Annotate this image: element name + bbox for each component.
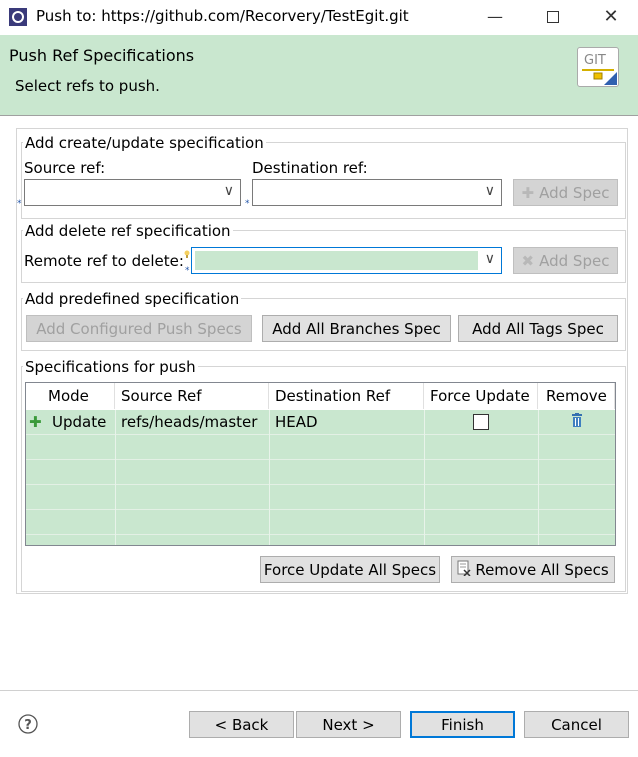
source-ref-combo[interactable]: ∨ — [24, 179, 241, 206]
force-update-checkbox[interactable] — [473, 414, 489, 430]
add-icon: ✚ — [521, 183, 535, 202]
remove-all-icon — [457, 560, 471, 580]
chevron-down-icon: ∨ — [484, 183, 495, 199]
specs-group-label: Specifications for push — [23, 358, 198, 376]
column-header-source-ref[interactable]: Source Ref — [115, 383, 269, 409]
chevron-down-icon: ∨ — [223, 183, 234, 199]
content-assist-bulb-icon — [184, 244, 190, 258]
create-update-group-label: Add create/update specification — [23, 134, 266, 152]
remove-all-specs-label: Remove All Specs — [475, 560, 609, 579]
plus-icon: ✚ — [29, 413, 42, 431]
eclipse-app-icon — [9, 8, 27, 26]
remote-ref-label: Remote ref to delete: — [24, 252, 184, 270]
remote-ref-selection — [195, 251, 478, 270]
add-delete-spec-label: Add Spec — [539, 251, 610, 270]
finish-button[interactable]: Finish — [410, 711, 515, 738]
git-logo-text: GIT — [584, 53, 606, 68]
row-mode: Update — [52, 413, 107, 431]
destination-ref-label: Destination ref: — [252, 159, 368, 177]
add-configured-push-specs-button[interactable]: Add Configured Push Specs — [26, 315, 252, 342]
column-header-mode[interactable]: Mode — [26, 383, 115, 409]
maximize-button[interactable] — [530, 0, 576, 33]
footer-divider — [0, 690, 638, 691]
specs-table[interactable]: Mode Source Ref Destination Ref Force Up… — [25, 382, 616, 546]
required-decoration-icon: * — [17, 199, 22, 209]
trash-icon[interactable] — [571, 413, 583, 431]
page-title: Push Ref Specifications — [9, 46, 195, 65]
row-source-ref: refs/heads/master — [121, 413, 258, 431]
delete-icon: ✖ — [521, 251, 535, 270]
git-logo-icon: GIT — [577, 47, 619, 87]
predefined-group-label: Add predefined specification — [23, 290, 242, 308]
svg-text:?: ? — [24, 718, 32, 733]
required-decoration-icon: * — [245, 199, 250, 209]
column-header-destination-ref[interactable]: Destination Ref — [269, 383, 424, 409]
cancel-button[interactable]: Cancel — [524, 711, 629, 738]
column-divider — [424, 410, 425, 545]
column-divider — [269, 410, 270, 545]
add-all-tags-spec-button[interactable]: Add All Tags Spec — [458, 315, 618, 342]
add-create-spec-button[interactable]: ✚ Add Spec — [513, 179, 618, 206]
chevron-down-icon: ∨ — [484, 251, 495, 267]
column-header-force-update[interactable]: Force Update — [424, 383, 538, 409]
column-header-remove[interactable]: Remove — [538, 383, 615, 409]
remove-all-specs-button[interactable]: Remove All Specs — [451, 556, 615, 583]
minimize-button[interactable]: — — [472, 0, 518, 33]
required-decoration-icon: * — [185, 266, 190, 276]
column-divider — [538, 410, 539, 545]
close-button[interactable]: ✕ — [588, 0, 634, 33]
delete-ref-group-label: Add delete ref specification — [23, 222, 233, 240]
title-bar: Push to: https://github.com/Recorvery/Te… — [0, 0, 638, 33]
help-icon[interactable]: ? — [18, 714, 38, 734]
column-divider — [115, 410, 116, 545]
remote-ref-combo[interactable]: ∨ — [191, 247, 502, 274]
page-description: Select refs to push. — [15, 77, 160, 95]
add-delete-spec-button[interactable]: ✖ Add Spec — [513, 247, 618, 274]
next-button[interactable]: Next > — [296, 711, 401, 738]
add-create-spec-label: Add Spec — [539, 183, 610, 202]
window-title: Push to: https://github.com/Recorvery/Te… — [36, 7, 409, 25]
add-all-branches-spec-button[interactable]: Add All Branches Spec — [262, 315, 451, 342]
back-button[interactable]: < Back — [189, 711, 294, 738]
header-divider — [0, 115, 638, 116]
wizard-header: Push Ref Specifications Select refs to p… — [0, 35, 638, 115]
force-update-all-specs-button[interactable]: Force Update All Specs — [260, 556, 440, 583]
row-destination-ref: HEAD — [275, 413, 318, 431]
destination-ref-combo[interactable]: ∨ — [252, 179, 502, 206]
source-ref-label: Source ref: — [24, 159, 106, 177]
